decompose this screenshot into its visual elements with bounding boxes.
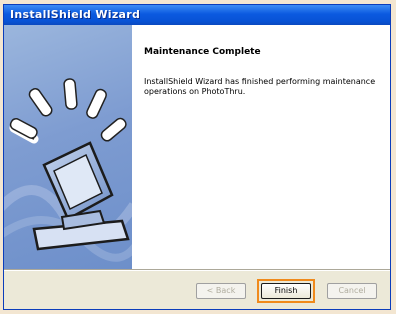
finish-button[interactable]: Finish [261,283,311,299]
completion-message: InstallShield Wizard has finished perfor… [144,77,376,96]
cancel-button[interactable]: Cancel [327,283,377,299]
computer-illustration-icon [4,78,132,262]
wizard-side-panel [4,25,132,269]
installshield-wizard-window: InstallShield Wizard Maintenance Complet… [3,4,391,310]
page-heading: Maintenance Complete [144,47,261,57]
wizard-content-panel: Maintenance Complete InstallShield Wizar… [132,25,390,269]
back-button[interactable]: < Back [196,283,246,299]
window-title: InstallShield Wizard [4,5,390,25]
button-area-separator [4,269,390,271]
